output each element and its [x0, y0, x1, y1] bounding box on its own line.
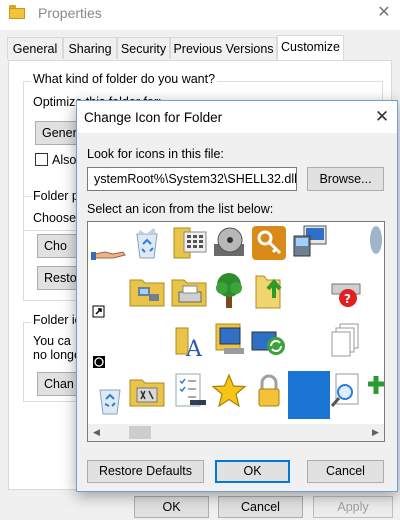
key-icon[interactable]	[250, 224, 288, 262]
apply-button[interactable]: Apply	[313, 496, 393, 518]
tree-icon[interactable]	[210, 272, 248, 310]
folder-printer-icon[interactable]	[170, 272, 208, 310]
dialog-title: Change Icon for Folder	[84, 110, 223, 125]
dvd-drive-icon[interactable]	[210, 224, 248, 262]
window-title: Properties	[38, 5, 102, 21]
computer-network-icon[interactable]	[290, 224, 328, 262]
ok-button[interactable]: OK	[215, 460, 290, 483]
drive-icon[interactable]	[364, 224, 384, 262]
folder-icon	[9, 5, 25, 19]
also-apply-checkbox[interactable]	[35, 153, 48, 166]
folder-type-label: What kind of folder do you want?	[31, 72, 218, 86]
recycle-bin-full-icon[interactable]	[128, 224, 166, 262]
hand-sharing-icon[interactable]	[91, 230, 129, 268]
restore-defaults-button[interactable]: Restore Defaults	[87, 460, 204, 483]
sync-monitor-icon[interactable]	[250, 322, 288, 360]
tab-customize[interactable]: Customize	[277, 35, 344, 61]
disconnected-drive-icon[interactable]: ?	[326, 272, 364, 310]
recycle-bin-empty-icon[interactable]	[91, 382, 129, 420]
browse-button[interactable]: Browse...	[307, 167, 384, 191]
tab-general[interactable]: General	[7, 37, 63, 59]
tab-previous-versions[interactable]: Previous Versions	[170, 37, 277, 59]
scroll-right-icon[interactable]: ▶	[367, 424, 384, 441]
star-icon[interactable]	[210, 372, 248, 410]
ok-button[interactable]: OK	[134, 496, 209, 518]
svg-text:?: ?	[344, 292, 351, 306]
documents-stack-icon[interactable]	[326, 322, 364, 360]
folder-settings-icon[interactable]	[128, 372, 166, 410]
green-plus-icon[interactable]	[364, 372, 384, 410]
scroll-left-icon[interactable]: ◀	[88, 424, 105, 441]
also-apply-label: Also	[52, 153, 77, 167]
folder-network-icon[interactable]	[128, 272, 166, 310]
horizontal-scrollbar[interactable]: ◀ ▶	[88, 424, 384, 441]
close-icon[interactable]: ✕	[373, 2, 395, 24]
tab-sharing[interactable]: Sharing	[63, 37, 117, 59]
magnifier-page-icon[interactable]	[328, 372, 366, 410]
icon-file-path-input[interactable]: ystemRoot%\System32\SHELL32.dll	[87, 167, 297, 191]
cancel-button[interactable]: Cancel	[218, 496, 303, 518]
icon-list[interactable]: A ? ◀ ▶	[87, 221, 385, 442]
folder-typography-icon[interactable]: A	[170, 322, 208, 362]
blue-tile-icon[interactable]	[288, 371, 330, 419]
folder-pictures-label: Folder p	[31, 189, 81, 203]
dialog-titlebar: Change Icon for Folder ✕	[77, 101, 397, 133]
monitor-window-icon[interactable]	[210, 322, 248, 360]
scrollbar-thumb[interactable]	[129, 426, 151, 439]
shortcut-arrow-icon[interactable]	[91, 288, 129, 326]
folder-icons-text: You ca	[33, 334, 71, 348]
folder-upload-icon[interactable]	[250, 272, 288, 310]
checklist-icon[interactable]	[170, 372, 208, 410]
keyboard-grid-icon[interactable]	[170, 224, 208, 262]
close-icon[interactable]: ✕	[371, 106, 393, 128]
properties-titlebar: Properties ✕	[0, 0, 400, 30]
folder-icons-text: no longe	[33, 348, 81, 362]
tab-security[interactable]: Security	[117, 37, 170, 59]
shortcut-overlay-icon[interactable]	[91, 338, 129, 376]
select-icon-label: Select an icon from the list below:	[87, 202, 274, 216]
look-for-icons-label: Look for icons in this file:	[87, 147, 224, 161]
svg-text:A: A	[185, 337, 203, 360]
change-icon-dialog: Change Icon for Folder ✕ Look for icons …	[76, 100, 398, 492]
padlock-icon[interactable]	[250, 372, 288, 410]
cancel-button[interactable]: Cancel	[307, 460, 384, 483]
choose-label: Choose	[33, 211, 77, 225]
